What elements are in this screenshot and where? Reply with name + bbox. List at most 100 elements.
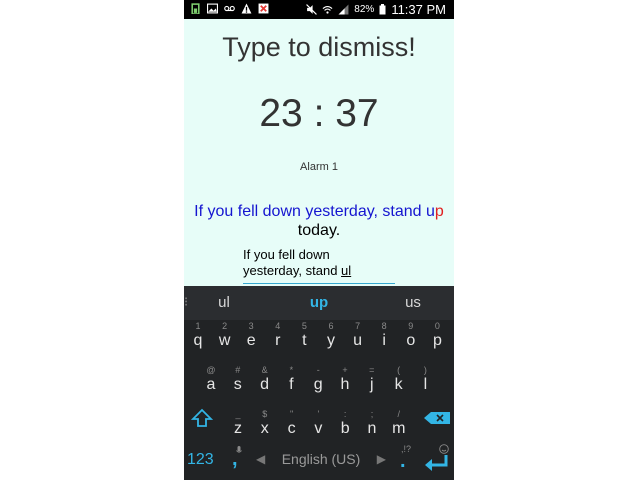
- image-icon: [207, 3, 218, 14]
- battery-icon: [379, 4, 386, 15]
- enter-key-icon[interactable]: [424, 454, 450, 472]
- key-i[interactable]: 8i: [371, 320, 397, 356]
- key-label: p: [432, 332, 442, 349]
- key-d[interactable]: & d: [252, 364, 278, 400]
- key-label: m: [392, 420, 406, 437]
- key-b[interactable]: :b: [332, 408, 358, 444]
- key-hint: 2: [222, 321, 228, 331]
- key-hint: ;: [370, 409, 374, 419]
- key-hint: 9: [408, 321, 414, 331]
- key-u[interactable]: 7u: [345, 320, 371, 356]
- phrase-remaining-part: today.: [297, 222, 341, 239]
- key-label: g: [313, 376, 323, 393]
- phrase-typed-part: If you fell down yesterday, stand u: [194, 203, 435, 220]
- key-label: k: [394, 376, 403, 393]
- status-time: 11:37 PM: [391, 2, 446, 17]
- key-hint: 8: [381, 321, 387, 331]
- key-x[interactable]: $ x: [252, 408, 278, 444]
- alarm-label: Alarm 1: [300, 161, 338, 173]
- key-label: s: [233, 376, 242, 393]
- input-line-2: yesterday, stand: [243, 263, 342, 278]
- key-hint: (: [397, 365, 401, 375]
- key-label: a: [206, 376, 216, 393]
- key-s[interactable]: # s: [225, 364, 251, 400]
- status-icons-right: 82% 11:37 PM: [306, 2, 446, 17]
- period-key[interactable]: .: [400, 450, 406, 473]
- soft-keyboard: ⁝ ul up us 1 q 2 w 3 e 4 r 5 t 6 y 7 u 8 i 9 o 0 p @ a # s & d * f -…: [184, 286, 454, 480]
- battery-saver-icon: [191, 3, 200, 14]
- suggestion-3[interactable]: us: [378, 294, 448, 311]
- key-q[interactable]: 1q: [185, 320, 211, 356]
- key-g[interactable]: -g: [305, 364, 331, 400]
- key-hint: -: [316, 365, 320, 375]
- backspace-key-icon[interactable]: [424, 412, 450, 424]
- key-h[interactable]: + h: [332, 364, 358, 400]
- key-l[interactable]: ) l: [412, 364, 438, 400]
- key-hint: 0: [434, 321, 440, 331]
- key-v[interactable]: ' v: [305, 408, 331, 444]
- language-right-arrow-icon: ▶: [376, 452, 386, 466]
- emoji-icon[interactable]: [439, 444, 449, 454]
- mute-icon: [306, 4, 318, 15]
- key-hint: 5: [301, 321, 307, 331]
- wifi-icon: [322, 5, 333, 14]
- warning-icon: [241, 3, 252, 14]
- key-w[interactable]: 2w: [212, 320, 238, 356]
- key-label: c: [287, 420, 296, 437]
- key-z[interactable]: _ z: [225, 408, 251, 444]
- key-hint: 1: [195, 321, 201, 331]
- space-bar-language: English (US): [281, 451, 361, 467]
- key-r[interactable]: 4r: [265, 320, 291, 356]
- key-o[interactable]: 9o: [398, 320, 424, 356]
- signal-icon: [338, 4, 349, 15]
- key-f[interactable]: * f: [278, 364, 304, 400]
- key-hint: =: [369, 365, 375, 375]
- shift-key-icon[interactable]: [191, 408, 213, 428]
- key-hint: ): [423, 365, 427, 375]
- key-hint: &: [261, 365, 268, 375]
- drag-handle-icon[interactable]: ⁝: [184, 294, 188, 310]
- key-label: v: [314, 420, 323, 437]
- key-j[interactable]: = j: [359, 364, 385, 400]
- key-label: y: [327, 332, 335, 349]
- key-hint: #: [235, 365, 241, 375]
- status-icons-left: [190, 3, 269, 14]
- key-label: f: [289, 376, 294, 393]
- key-hint: $: [262, 409, 268, 419]
- key-c[interactable]: " c: [279, 408, 305, 444]
- key-p[interactable]: 0p: [424, 320, 450, 356]
- key-hint: _: [235, 409, 241, 419]
- key-hint: *: [289, 365, 294, 375]
- key-t[interactable]: 5t: [291, 320, 317, 356]
- suggestion-strip: ⁝ ul up us: [184, 286, 454, 320]
- key-e[interactable]: 3e: [238, 320, 264, 356]
- key-label: t: [302, 332, 307, 349]
- key-hint: 7: [355, 321, 361, 331]
- key-label: w: [218, 332, 231, 349]
- key-label: r: [275, 332, 281, 349]
- key-y[interactable]: 6y: [318, 320, 344, 356]
- key-label: i: [382, 332, 386, 349]
- key-hint: 4: [275, 321, 281, 331]
- key-hint: /: [397, 409, 401, 419]
- page-title: Type to dismiss!: [222, 32, 416, 62]
- key-label: j: [370, 376, 374, 393]
- suggestion-1[interactable]: ul: [189, 294, 259, 311]
- key-label: q: [193, 332, 203, 349]
- key-k[interactable]: (k: [386, 364, 412, 400]
- space-bar[interactable]: ◀ English (US) ▶: [256, 446, 386, 472]
- suggestion-2[interactable]: up: [284, 294, 354, 311]
- key-m[interactable]: / m: [386, 408, 412, 444]
- missed-call-icon: [258, 3, 269, 14]
- key-a[interactable]: @ a: [198, 364, 224, 400]
- dismiss-text-input[interactable]: If you fell down yesterday, stand ul: [243, 247, 395, 284]
- key-n[interactable]: ; n: [359, 408, 385, 444]
- key-label: x: [260, 420, 269, 437]
- symbols-key[interactable]: 123: [187, 451, 214, 469]
- key-hint: ': [317, 409, 320, 419]
- key-label: b: [340, 420, 350, 437]
- key-hint: 3: [248, 321, 254, 331]
- key-label: e: [246, 332, 256, 349]
- key-label: n: [367, 420, 377, 437]
- key-label: h: [340, 376, 350, 393]
